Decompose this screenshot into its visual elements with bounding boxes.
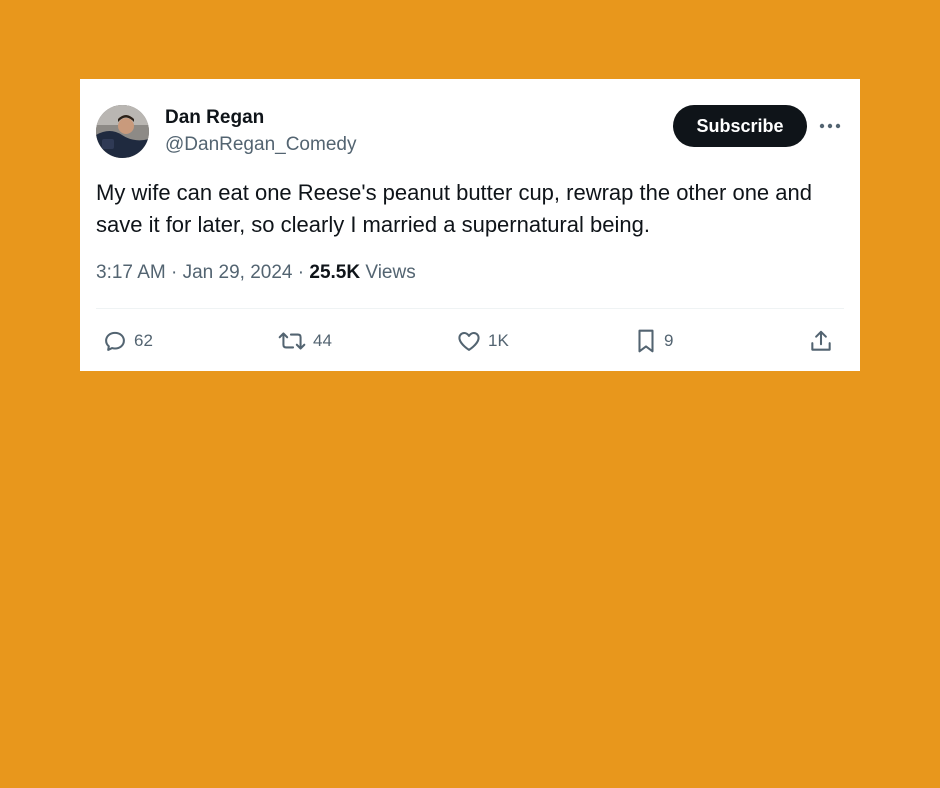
more-options-button[interactable] bbox=[818, 115, 842, 137]
views-label: Views bbox=[365, 262, 416, 283]
heart-icon bbox=[458, 331, 480, 351]
views-count: 25.5K bbox=[309, 262, 361, 283]
meta-separator: · bbox=[171, 262, 178, 283]
subscribe-button[interactable]: Subscribe bbox=[673, 105, 807, 147]
tweet-text: My wife can eat one Reese's peanut butte… bbox=[96, 180, 812, 237]
reply-icon bbox=[105, 331, 125, 351]
tweet-meta: 3:17 AM · Jan 29, 2024 · 25.5K Views bbox=[96, 262, 416, 284]
retweet-count: 44 bbox=[313, 331, 332, 350]
like-button[interactable]: 1K bbox=[456, 327, 509, 355]
bookmark-button[interactable]: 9 bbox=[634, 327, 673, 355]
reply-count: 62 bbox=[134, 331, 153, 350]
retweet-button[interactable]: 44 bbox=[277, 327, 332, 355]
tweet-time[interactable]: 3:17 AM bbox=[96, 262, 166, 283]
divider bbox=[96, 308, 844, 309]
more-horizontal-icon bbox=[819, 123, 841, 129]
avatar[interactable] bbox=[96, 105, 149, 158]
author-name[interactable]: Dan Regan bbox=[165, 107, 264, 129]
like-count: 1K bbox=[488, 331, 509, 350]
retweet-icon bbox=[278, 332, 306, 350]
share-button[interactable] bbox=[808, 327, 834, 355]
tweet-date[interactable]: Jan 29, 2024 bbox=[183, 262, 293, 283]
bookmark-count: 9 bbox=[664, 331, 674, 350]
share-icon bbox=[811, 330, 831, 351]
author-handle[interactable]: @DanRegan_Comedy bbox=[165, 134, 356, 156]
reply-button[interactable]: 62 bbox=[102, 327, 153, 355]
meta-separator: · bbox=[297, 262, 305, 283]
tweet-card: Dan Regan @DanRegan_Comedy Subscribe My … bbox=[80, 79, 860, 371]
bookmark-icon bbox=[638, 329, 654, 353]
profile-photo-image bbox=[96, 105, 149, 158]
